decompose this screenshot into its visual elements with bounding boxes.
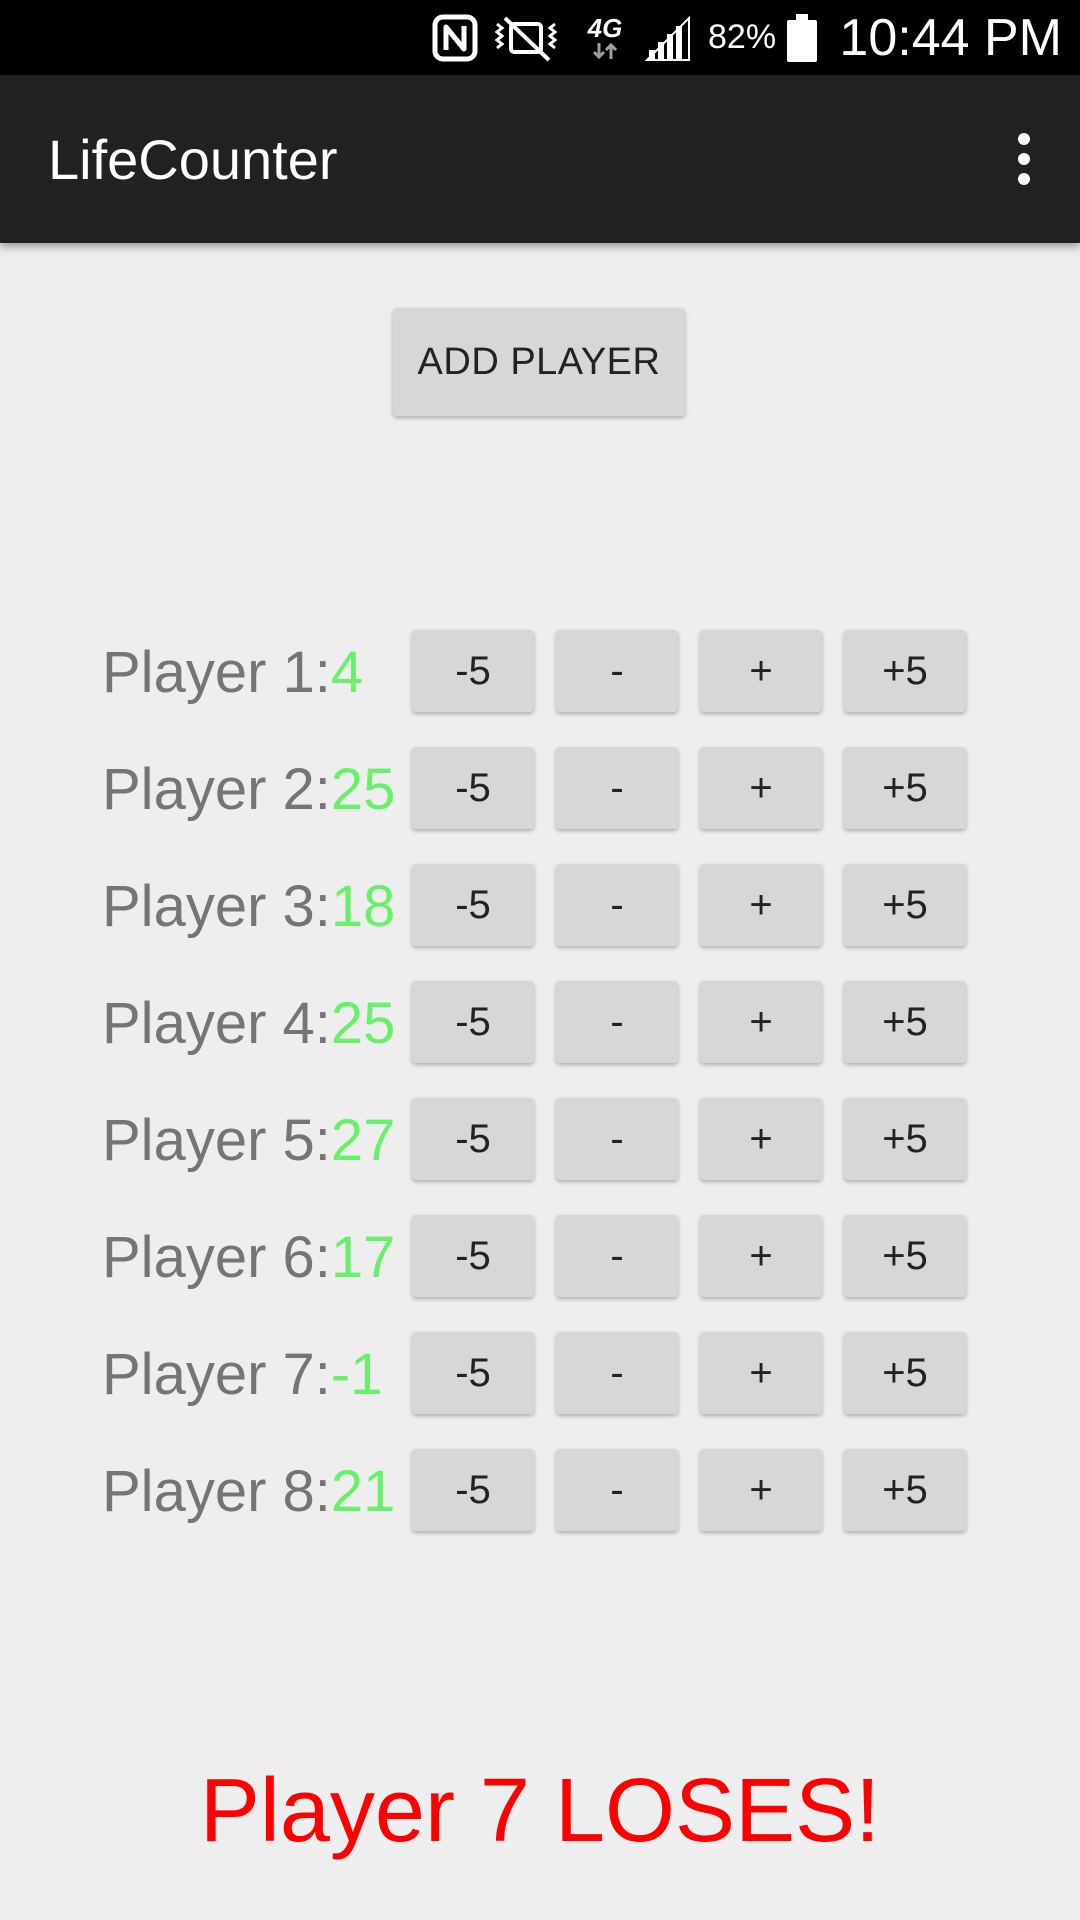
player-life: 25	[330, 990, 396, 1056]
player-name: Player 6:	[102, 1224, 331, 1290]
player-label: Player 7: -1	[102, 1332, 382, 1416]
plus-five-button[interactable]: +5	[844, 981, 966, 1063]
player-name: Player 2:	[102, 756, 331, 822]
minus-five-button[interactable]: -5	[412, 630, 534, 712]
minus-one-button[interactable]: -	[556, 1098, 678, 1180]
minus-five-button[interactable]: -5	[412, 864, 534, 946]
minus-one-button[interactable]: -	[556, 864, 678, 946]
minus-five-button[interactable]: -5	[412, 1098, 534, 1180]
player-row: Player 8: 21 -5 - + +5	[102, 1449, 982, 1533]
player-life: 27	[330, 1107, 396, 1173]
minus-five-button[interactable]: -5	[412, 1215, 534, 1297]
player-name: Player 8:	[102, 1458, 331, 1524]
plus-one-button[interactable]: +	[700, 1332, 822, 1414]
app-bar: LifeCounter	[0, 75, 1080, 243]
plus-one-button[interactable]: +	[700, 747, 822, 829]
minus-five-button[interactable]: -5	[412, 981, 534, 1063]
nfc-icon	[430, 0, 480, 75]
players-list: Player 1: 4 -5 - + +5 Player 2: 25 -5 - + …	[102, 630, 982, 1566]
plus-one-button[interactable]: +	[700, 1449, 822, 1531]
player-label: Player 8: 21	[102, 1449, 395, 1533]
player-name: Player 7:	[102, 1341, 331, 1407]
battery-icon	[782, 0, 822, 75]
plus-five-button[interactable]: +5	[844, 1098, 966, 1180]
player-row: Player 7: -1 -5 - + +5	[102, 1332, 982, 1416]
plus-one-button[interactable]: +	[700, 1098, 822, 1180]
player-label: Player 1: 4	[102, 630, 363, 714]
add-player-button[interactable]: ADD PLAYER	[393, 308, 685, 416]
overflow-dot	[1018, 173, 1030, 185]
plus-five-button[interactable]: +5	[844, 747, 966, 829]
plus-five-button[interactable]: +5	[844, 864, 966, 946]
plus-five-button[interactable]: +5	[844, 1215, 966, 1297]
player-label: Player 5: 27	[102, 1098, 395, 1182]
minus-one-button[interactable]: -	[556, 1215, 678, 1297]
player-label: Player 4: 25	[102, 981, 395, 1065]
player-row: Player 3: 18 -5 - + +5	[102, 864, 982, 948]
player-row: Player 1: 4 -5 - + +5	[102, 630, 982, 714]
player-row: Player 4: 25 -5 - + +5	[102, 981, 982, 1065]
plus-one-button[interactable]: +	[700, 981, 822, 1063]
plus-five-button[interactable]: +5	[844, 1449, 966, 1531]
overflow-dot	[1018, 133, 1030, 145]
loser-message: Player 7 LOSES!	[199, 1761, 881, 1861]
plus-one-button[interactable]: +	[700, 864, 822, 946]
app-title: LifeCounter	[48, 127, 338, 191]
player-label: Player 6: 17	[102, 1215, 395, 1299]
player-label: Player 2: 25	[102, 747, 395, 831]
player-name: Player 1:	[102, 639, 331, 705]
player-row: Player 2: 25 -5 - + +5	[102, 747, 982, 831]
plus-one-button[interactable]: +	[700, 630, 822, 712]
player-label: Player 3: 18	[102, 864, 395, 948]
player-life: 25	[330, 756, 396, 822]
minus-one-button[interactable]: -	[556, 747, 678, 829]
minus-one-button[interactable]: -	[556, 981, 678, 1063]
minus-five-button[interactable]: -5	[412, 1449, 534, 1531]
minus-five-button[interactable]: -5	[412, 1332, 534, 1414]
player-name: Player 3:	[102, 873, 331, 939]
player-row: Player 5: 27 -5 - + +5	[102, 1098, 982, 1182]
more-vert-icon[interactable]	[992, 111, 1056, 207]
minus-one-button[interactable]: -	[556, 1449, 678, 1531]
minus-five-button[interactable]: -5	[412, 747, 534, 829]
player-life: 18	[330, 873, 396, 939]
minus-one-button[interactable]: -	[556, 1332, 678, 1414]
player-life: 4	[330, 639, 364, 705]
player-row: Player 6: 17 -5 - + +5	[102, 1215, 982, 1299]
status-time: 10:44 PM	[839, 8, 1062, 67]
player-life: 17	[330, 1224, 396, 1290]
player-life: 21	[330, 1458, 396, 1524]
player-name: Player 5:	[102, 1107, 331, 1173]
plus-one-button[interactable]: +	[700, 1215, 822, 1297]
player-name: Player 4:	[102, 990, 331, 1056]
overflow-dot	[1018, 153, 1030, 165]
minus-one-button[interactable]: -	[556, 630, 678, 712]
plus-five-button[interactable]: +5	[844, 1332, 966, 1414]
network-4g-icon: 4G	[580, 0, 630, 75]
player-life: -1	[330, 1341, 383, 1407]
signal-icon	[642, 0, 694, 75]
status-bar: 4G 82% 10:44 PM	[0, 0, 1080, 75]
plus-five-button[interactable]: +5	[844, 630, 966, 712]
battery-percent: 82%	[708, 18, 777, 56]
vibrate-icon	[490, 0, 562, 75]
